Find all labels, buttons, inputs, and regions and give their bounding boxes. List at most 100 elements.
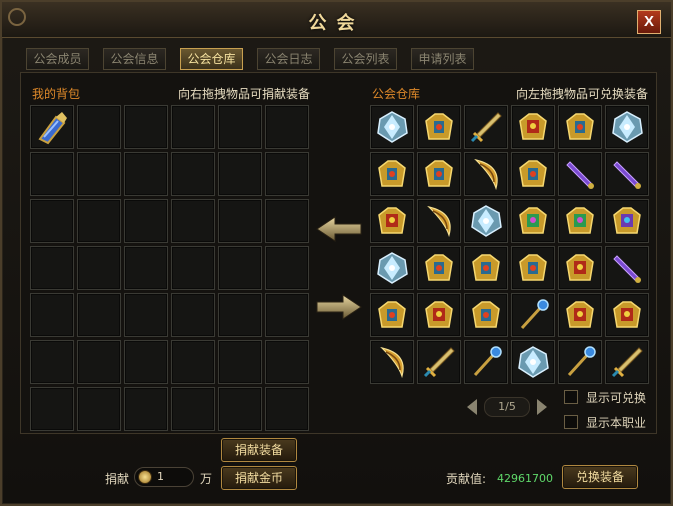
blade-crescent-icon[interactable] [374, 344, 410, 380]
inventory-slot[interactable] [464, 199, 508, 243]
armor-gold-icon[interactable] [374, 297, 410, 333]
inventory-slot[interactable] [171, 199, 215, 243]
inventory-slot[interactable] [464, 105, 508, 149]
inventory-slot[interactable] [558, 105, 602, 149]
inventory-slot[interactable] [77, 387, 121, 431]
inventory-slot[interactable] [370, 105, 414, 149]
inventory-slot[interactable] [370, 246, 414, 290]
inventory-slot[interactable] [30, 387, 74, 431]
armor-gold-purple-icon[interactable] [609, 203, 645, 239]
inventory-slot[interactable] [605, 293, 649, 337]
inventory-slot[interactable] [218, 340, 262, 384]
armor-gold-icon[interactable] [468, 250, 504, 286]
inventory-slot[interactable] [265, 293, 309, 337]
inventory-slot[interactable] [605, 199, 649, 243]
inventory-slot[interactable] [30, 246, 74, 290]
armor-gold-icon[interactable] [515, 250, 551, 286]
inventory-slot[interactable] [558, 199, 602, 243]
armor-gold-icon[interactable] [421, 156, 457, 192]
inventory-slot[interactable] [218, 293, 262, 337]
inventory-slot[interactable] [171, 105, 215, 149]
inventory-slot[interactable] [370, 152, 414, 196]
inventory-slot[interactable] [511, 105, 555, 149]
inventory-slot[interactable] [30, 293, 74, 337]
inventory-slot[interactable] [558, 246, 602, 290]
inventory-slot[interactable] [171, 152, 215, 196]
armor-crystal-icon[interactable] [374, 250, 410, 286]
inventory-slot[interactable] [417, 340, 461, 384]
inventory-slot[interactable] [218, 199, 262, 243]
inventory-slot[interactable] [171, 293, 215, 337]
next-page-icon[interactable] [534, 397, 550, 417]
inventory-slot[interactable] [417, 246, 461, 290]
inventory-slot[interactable] [417, 105, 461, 149]
inventory-slot[interactable] [218, 105, 262, 149]
armor-gold-green-icon[interactable] [515, 203, 551, 239]
inventory-slot[interactable] [417, 293, 461, 337]
dagger-purple-icon[interactable] [609, 250, 645, 286]
inventory-slot[interactable] [124, 152, 168, 196]
armor-crystal-icon[interactable] [609, 109, 645, 145]
inventory-slot[interactable] [370, 293, 414, 337]
armor-gold-red-icon[interactable] [374, 203, 410, 239]
tab-applications[interactable]: 申请列表 [411, 48, 474, 70]
inventory-slot[interactable] [171, 387, 215, 431]
armor-gold-red-icon[interactable] [562, 250, 598, 286]
inventory-slot[interactable] [605, 105, 649, 149]
inventory-slot[interactable] [124, 105, 168, 149]
inventory-slot[interactable] [218, 246, 262, 290]
tab-warehouse[interactable]: 公会仓库 [180, 48, 243, 70]
armor-gold-red-icon[interactable] [515, 109, 551, 145]
inventory-slot[interactable] [30, 340, 74, 384]
armor-crystal-icon[interactable] [374, 109, 410, 145]
armor-gold-green-icon[interactable] [562, 203, 598, 239]
armor-gold-icon[interactable] [421, 250, 457, 286]
inventory-slot[interactable] [558, 340, 602, 384]
tab-log[interactable]: 公会日志 [257, 48, 320, 70]
inventory-slot[interactable] [171, 340, 215, 384]
inventory-slot[interactable] [605, 246, 649, 290]
sword-gold-icon[interactable] [609, 344, 645, 380]
close-button[interactable]: X [637, 10, 661, 34]
inventory-slot[interactable] [265, 199, 309, 243]
armor-crystal-icon[interactable] [468, 203, 504, 239]
sword-gold-icon[interactable] [468, 109, 504, 145]
armor-gold-red-icon[interactable] [609, 297, 645, 333]
staff-blue-icon[interactable] [515, 297, 551, 333]
donate-amount-input[interactable]: 1 [134, 467, 194, 487]
gauntlet-blue-icon[interactable] [34, 109, 70, 145]
inventory-slot[interactable] [124, 293, 168, 337]
inventory-slot[interactable] [511, 293, 555, 337]
inventory-slot[interactable] [171, 246, 215, 290]
blade-crescent-icon[interactable] [421, 203, 457, 239]
inventory-slot[interactable] [77, 105, 121, 149]
inventory-slot[interactable] [265, 152, 309, 196]
inventory-slot[interactable] [370, 199, 414, 243]
title-bar[interactable]: 公会 X [2, 2, 671, 38]
inventory-slot[interactable] [124, 246, 168, 290]
armor-gold-red-icon[interactable] [562, 297, 598, 333]
inventory-slot[interactable] [30, 105, 74, 149]
inventory-slot[interactable] [218, 152, 262, 196]
show-exchangeable-checkbox[interactable] [564, 390, 578, 404]
inventory-slot[interactable] [511, 152, 555, 196]
armor-gold-icon[interactable] [421, 109, 457, 145]
inventory-slot[interactable] [124, 340, 168, 384]
inventory-slot[interactable] [30, 199, 74, 243]
donate-equipment-button[interactable]: 捐献装备 [221, 438, 297, 462]
inventory-slot[interactable] [370, 340, 414, 384]
inventory-slot[interactable] [265, 340, 309, 384]
inventory-slot[interactable] [464, 152, 508, 196]
inventory-slot[interactable] [558, 152, 602, 196]
inventory-slot[interactable] [464, 340, 508, 384]
inventory-slot[interactable] [77, 199, 121, 243]
inventory-slot[interactable] [124, 199, 168, 243]
show-profession-checkbox[interactable] [564, 415, 578, 429]
inventory-slot[interactable] [417, 199, 461, 243]
armor-crystal-icon[interactable] [515, 344, 551, 380]
inventory-slot[interactable] [218, 387, 262, 431]
armor-gold-icon[interactable] [562, 109, 598, 145]
inventory-slot[interactable] [511, 246, 555, 290]
armor-gold-icon[interactable] [515, 156, 551, 192]
tab-members[interactable]: 公会成员 [26, 48, 89, 70]
